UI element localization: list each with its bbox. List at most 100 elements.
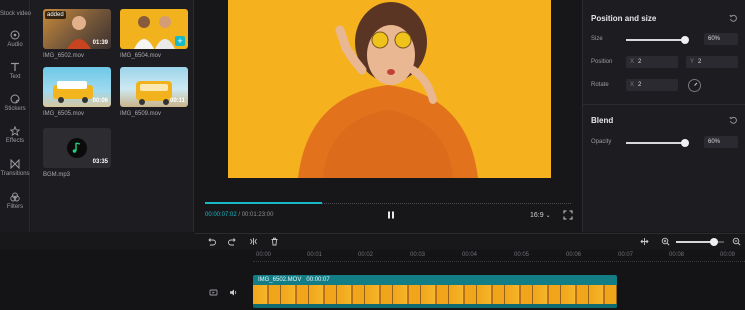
ruler-tick: 00:06: [566, 252, 582, 258]
add-to-timeline-button[interactable]: +: [175, 36, 185, 46]
clip-duration: 00:00:07: [306, 277, 330, 283]
zoom-slider-handle[interactable]: [710, 238, 718, 246]
opacity-slider-handle[interactable]: [681, 139, 689, 147]
filters-icon: [10, 192, 20, 202]
rotate-field[interactable]: X2: [626, 79, 678, 91]
opacity-slider-fill: [626, 142, 685, 144]
rotate-value: 2: [638, 82, 642, 88]
ruler-tick: 00:01: [307, 252, 323, 258]
ruler-tick: 00:08: [669, 252, 685, 258]
zoom-slider[interactable]: [676, 238, 724, 246]
timeline-toolbar: [195, 233, 745, 249]
effects-icon: [10, 126, 20, 136]
zoom-out-icon[interactable]: [732, 237, 741, 246]
rotate-dial[interactable]: [688, 79, 701, 92]
media-thumbnail[interactable]: added 01:39: [43, 9, 111, 49]
sidebar-item-label: Audio: [7, 42, 23, 48]
delete-icon[interactable]: [270, 237, 279, 246]
sidebar-item-audio[interactable]: Audio: [0, 30, 30, 48]
sidebar-item-filters[interactable]: Filters: [0, 192, 30, 210]
media-name: IMG_6505.mov: [43, 111, 85, 117]
playback-time: 00:00:07:02 / 00:01:23:00: [205, 212, 273, 218]
media-thumbnail[interactable]: 00:06: [43, 67, 111, 107]
aspect-ratio-select[interactable]: 16:9 ⌄: [530, 212, 551, 219]
position-label: Position: [591, 59, 613, 65]
reset-icon[interactable]: [729, 14, 737, 22]
zoom-slider-fill: [676, 241, 714, 243]
fullscreen-icon[interactable]: [563, 210, 573, 220]
opacity-value-field[interactable]: 60%: [704, 136, 738, 148]
undo-icon[interactable]: [207, 237, 216, 246]
section-divider: [583, 104, 745, 105]
video-editor-app: Stock videos Audio Text Stickers Effects…: [0, 0, 745, 310]
x-axis-label: X: [630, 59, 635, 65]
media-item-bgm[interactable]: 03:35 BGM.mp3: [43, 128, 111, 178]
media-item-img-6502[interactable]: added 01:39 IMG_6502.mov: [43, 9, 111, 59]
media-thumbnail[interactable]: +: [120, 9, 188, 49]
scrubber-progress: [205, 202, 322, 204]
redo-icon[interactable]: [228, 237, 237, 246]
size-slider[interactable]: [626, 36, 689, 44]
fit-timeline-icon[interactable]: [640, 237, 649, 246]
sidebar-item-stickers[interactable]: Stickers: [0, 94, 30, 112]
sidebar-item-effects[interactable]: Effects: [0, 126, 30, 144]
media-thumbnail[interactable]: 00:11: [120, 67, 188, 107]
track-header-area: [0, 250, 250, 310]
position-size-title: Position and size: [591, 14, 657, 23]
timeline-panel: 00:00 00:01 00:02 00:03 00:04 00:05 00:0…: [0, 250, 745, 310]
stickers-icon: [10, 94, 20, 104]
media-duration: 00:11: [169, 98, 185, 104]
media-name: IMG_6502.mov: [43, 53, 85, 59]
blend-title: Blend: [591, 116, 614, 125]
total-time: / 00:01:23:00: [238, 212, 274, 218]
tool-sidebar: Stock videos Audio Text Stickers Effects…: [0, 0, 34, 232]
ruler-tick: 00:07: [618, 252, 634, 258]
video-preview[interactable]: [228, 0, 551, 178]
aspect-ratio-value: 16:9: [530, 212, 544, 219]
size-label: Size: [591, 36, 603, 42]
media-library-panel: added 01:39 IMG_6502.mov + IMG_6504.mov …: [31, 0, 194, 232]
sidebar-item-transitions[interactable]: Transitions: [0, 159, 30, 177]
clip-thumbnail-strip: [253, 285, 617, 304]
reset-icon[interactable]: [729, 116, 737, 124]
media-item-img-6509[interactable]: 00:11 IMG_6509.mov: [120, 67, 188, 117]
ruler-tick: 00:09: [720, 252, 736, 258]
audio-icon: [10, 30, 20, 40]
position-y-value: 2: [698, 59, 702, 65]
volume-icon[interactable]: [229, 288, 238, 297]
media-item-img-6504[interactable]: + IMG_6504.mov: [120, 9, 188, 59]
text-icon: [11, 62, 19, 71]
ruler-tick: 00:03: [410, 252, 426, 258]
woman-sweater-image-icon: [228, 0, 551, 178]
opacity-slider[interactable]: [626, 139, 689, 147]
sidebar-item-text[interactable]: Text: [0, 62, 30, 80]
zoom-in-icon[interactable]: [661, 237, 670, 246]
current-time: 00:00:07:02: [205, 212, 237, 218]
position-y-field[interactable]: Y2: [686, 56, 738, 68]
clip-label: IMG_6502.MOV 00:00:07: [258, 277, 330, 283]
split-icon[interactable]: [249, 237, 258, 246]
transitions-icon: [10, 159, 20, 169]
music-note-icon: [67, 138, 87, 158]
sidebar-item-label: Effects: [5, 138, 25, 144]
ruler-tick: 00:02: [358, 252, 374, 258]
sidebar-item-label: Transitions: [0, 171, 30, 177]
position-x-field[interactable]: X2: [626, 56, 678, 68]
sidebar-item-label: Text: [9, 74, 21, 80]
video-track-icon[interactable]: [209, 288, 218, 297]
size-slider-handle[interactable]: [681, 36, 689, 44]
rotate-dial-icon: [694, 82, 698, 86]
size-value-field[interactable]: 60%: [704, 33, 738, 45]
pause-icon[interactable]: [386, 210, 396, 220]
sidebar-item-stock-videos[interactable]: Stock videos: [0, 0, 34, 17]
media-item-img-6505[interactable]: 00:06 IMG_6505.mov: [43, 67, 111, 117]
sidebar-item-label: Stickers: [4, 106, 26, 112]
ruler-tick: 00:05: [514, 252, 530, 258]
preview-panel: 00:00:07:02 / 00:01:23:00 16:9 ⌄: [195, 0, 581, 232]
media-name: BGM.mp3: [43, 172, 71, 178]
media-duration: 00:06: [92, 98, 108, 104]
time-ruler[interactable]: 00:00 00:01 00:02 00:03 00:04 00:05 00:0…: [253, 250, 745, 262]
video-clip[interactable]: IMG_6502.MOV 00:00:07: [253, 275, 617, 308]
ruler-tick: 00:00: [256, 252, 272, 258]
media-thumbnail[interactable]: 03:35: [43, 128, 111, 168]
